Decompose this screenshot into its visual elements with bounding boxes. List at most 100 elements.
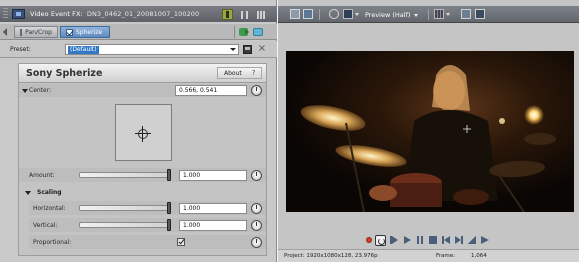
amount-slider[interactable] (79, 172, 171, 178)
delete-preset-icon[interactable]: × (257, 44, 267, 54)
go-to-start-button[interactable] (441, 235, 451, 245)
loop-playback-button[interactable] (375, 235, 386, 246)
plugin-chain-row: Pan/Crop Spherize (0, 24, 277, 40)
frame-label: Frame: (436, 253, 455, 259)
reset-vertical-icon[interactable] (251, 220, 262, 231)
transport-bar (278, 233, 579, 247)
amount-slider-thumb[interactable] (167, 169, 171, 181)
horizontal-row: Horizontal: 1.000 (29, 201, 266, 215)
play-from-start-button[interactable] (389, 235, 399, 245)
fx-window-title: Video Event FX: DN3_0462_01_20081007_1002… (30, 10, 199, 18)
split-screen-icon[interactable] (329, 9, 339, 19)
center-point-area (19, 97, 266, 167)
scaling-group-header[interactable]: Scaling (19, 187, 266, 199)
project-properties-icon[interactable] (290, 9, 300, 19)
video-preview-frame[interactable] (286, 51, 574, 212)
amount-value: 1.000 (183, 172, 201, 179)
save-preset-icon[interactable] (243, 45, 252, 54)
scaling-label: Scaling (37, 189, 62, 196)
plugin-name: Sony Spherize (26, 68, 103, 79)
move-plugin-right-icon[interactable] (239, 28, 249, 36)
proportional-checkbox[interactable] (177, 237, 185, 246)
vertical-label: Vertical: (33, 222, 58, 229)
checkmark-icon (178, 237, 185, 245)
reset-center-icon[interactable] (251, 85, 262, 96)
chevron-down-icon[interactable] (230, 48, 236, 51)
divider (428, 9, 429, 20)
fx-window-title-text: Video Event FX: (30, 10, 83, 18)
horizontal-value-field[interactable]: 1.000 (179, 203, 247, 214)
chevron-down-icon[interactable] (414, 13, 419, 17)
save-snapshot-icon[interactable] (475, 9, 485, 19)
proportional-row: Proportional: (29, 235, 266, 249)
record-button[interactable] (366, 237, 372, 243)
scroll-left-icon[interactable] (3, 28, 7, 36)
go-to-end-button[interactable] (454, 235, 464, 245)
plugin-panel: Sony Spherize About ? Center: 0.566, 0.5… (18, 63, 267, 256)
collapse-arrow-icon[interactable] (25, 191, 31, 195)
amount-value-field[interactable]: 1.000 (179, 170, 247, 181)
frame-value: 1,064 (471, 253, 487, 259)
video-preview-window: Preview (Half) Project: 1920x1080x128, 2… (278, 0, 579, 262)
film-strip-icon (12, 9, 25, 19)
window-grip-handle[interactable] (3, 8, 8, 20)
video-event-fx-window: Video Event FX: DN3_0462_01_20081007_1002… (0, 0, 277, 262)
chain-toggle-button[interactable] (222, 9, 233, 20)
play-button[interactable] (402, 235, 412, 245)
stop-button[interactable] (428, 235, 438, 245)
vertical-slider-thumb[interactable] (167, 219, 171, 231)
preview-status-bar: Project: 1920x1080x128, 23.976p Frame: 1,… (278, 249, 579, 262)
horizontal-slider[interactable] (79, 205, 171, 211)
chevron-down-icon[interactable] (446, 13, 450, 16)
overlays-icon[interactable] (343, 9, 353, 19)
external-monitor-icon[interactable] (303, 9, 313, 19)
frame-info: Frame: 1,064 (436, 253, 487, 259)
horizontal-value: 1.000 (183, 205, 201, 212)
vertical-row: Vertical: 1.000 (29, 218, 266, 232)
preview-toolbar: Preview (Half) (278, 6, 579, 23)
vertical-slider[interactable] (79, 222, 171, 228)
horizontal-slider-thumb[interactable] (167, 202, 171, 214)
center-row: Center: 0.566, 0.541 (19, 84, 266, 97)
reset-amount-icon[interactable] (251, 170, 262, 181)
next-frame-button[interactable] (480, 235, 490, 245)
preview-quality-value: Preview (Half) (365, 11, 411, 19)
preset-label: Preset: (10, 46, 31, 53)
divider (319, 9, 320, 20)
plugin-header: Sony Spherize About ? (19, 64, 266, 83)
previous-frame-button[interactable] (467, 235, 477, 245)
remove-plugin-icon[interactable] (253, 28, 263, 36)
pause-button[interactable] (415, 235, 425, 245)
vertical-value: 1.000 (183, 222, 201, 229)
divider (234, 26, 235, 38)
expand-arrow-icon[interactable] (22, 89, 28, 93)
plugin-chooser-button[interactable] (255, 9, 266, 20)
chain-item-pan-crop[interactable]: Pan/Crop (14, 26, 58, 38)
clip-name: DN3_0462_01_20081007_100200 (86, 10, 200, 18)
vertical-value-field[interactable]: 1.000 (179, 220, 247, 231)
center-point-picker[interactable] (115, 104, 172, 161)
chain-item-spherize[interactable]: Spherize (60, 26, 110, 38)
bypass-fx-button[interactable] (239, 9, 250, 20)
video-frame-image (286, 51, 574, 212)
preset-value: (Default) (68, 46, 99, 54)
grid-overlay-icon[interactable] (434, 9, 444, 19)
center-label: Center: (29, 87, 52, 94)
project-info: Project: 1920x1080x128, 23.976p (284, 253, 378, 259)
fx-title-bar[interactable]: Video Event FX: DN3_0462_01_20081007_1002… (0, 6, 277, 22)
copy-snapshot-icon[interactable] (461, 9, 471, 19)
chain-item-label: Pan/Crop (25, 28, 52, 36)
chevron-down-icon[interactable] (355, 13, 359, 16)
amount-row: Amount: 1.000 (19, 168, 266, 182)
reset-proportional-icon[interactable] (251, 237, 262, 248)
about-button[interactable]: About ? (217, 67, 262, 79)
enabled-checkbox[interactable] (66, 28, 73, 36)
proportional-label: Proportional: (33, 239, 72, 246)
center-value-field[interactable]: 0.566, 0.541 (175, 85, 247, 96)
preset-select[interactable]: (Default) (65, 44, 239, 55)
about-label: About (224, 69, 242, 77)
reset-horizontal-icon[interactable] (251, 203, 262, 214)
help-icon: ? (251, 69, 256, 77)
preview-quality-select[interactable]: Preview (Half) (365, 11, 419, 19)
crosshair-icon[interactable] (135, 126, 151, 142)
